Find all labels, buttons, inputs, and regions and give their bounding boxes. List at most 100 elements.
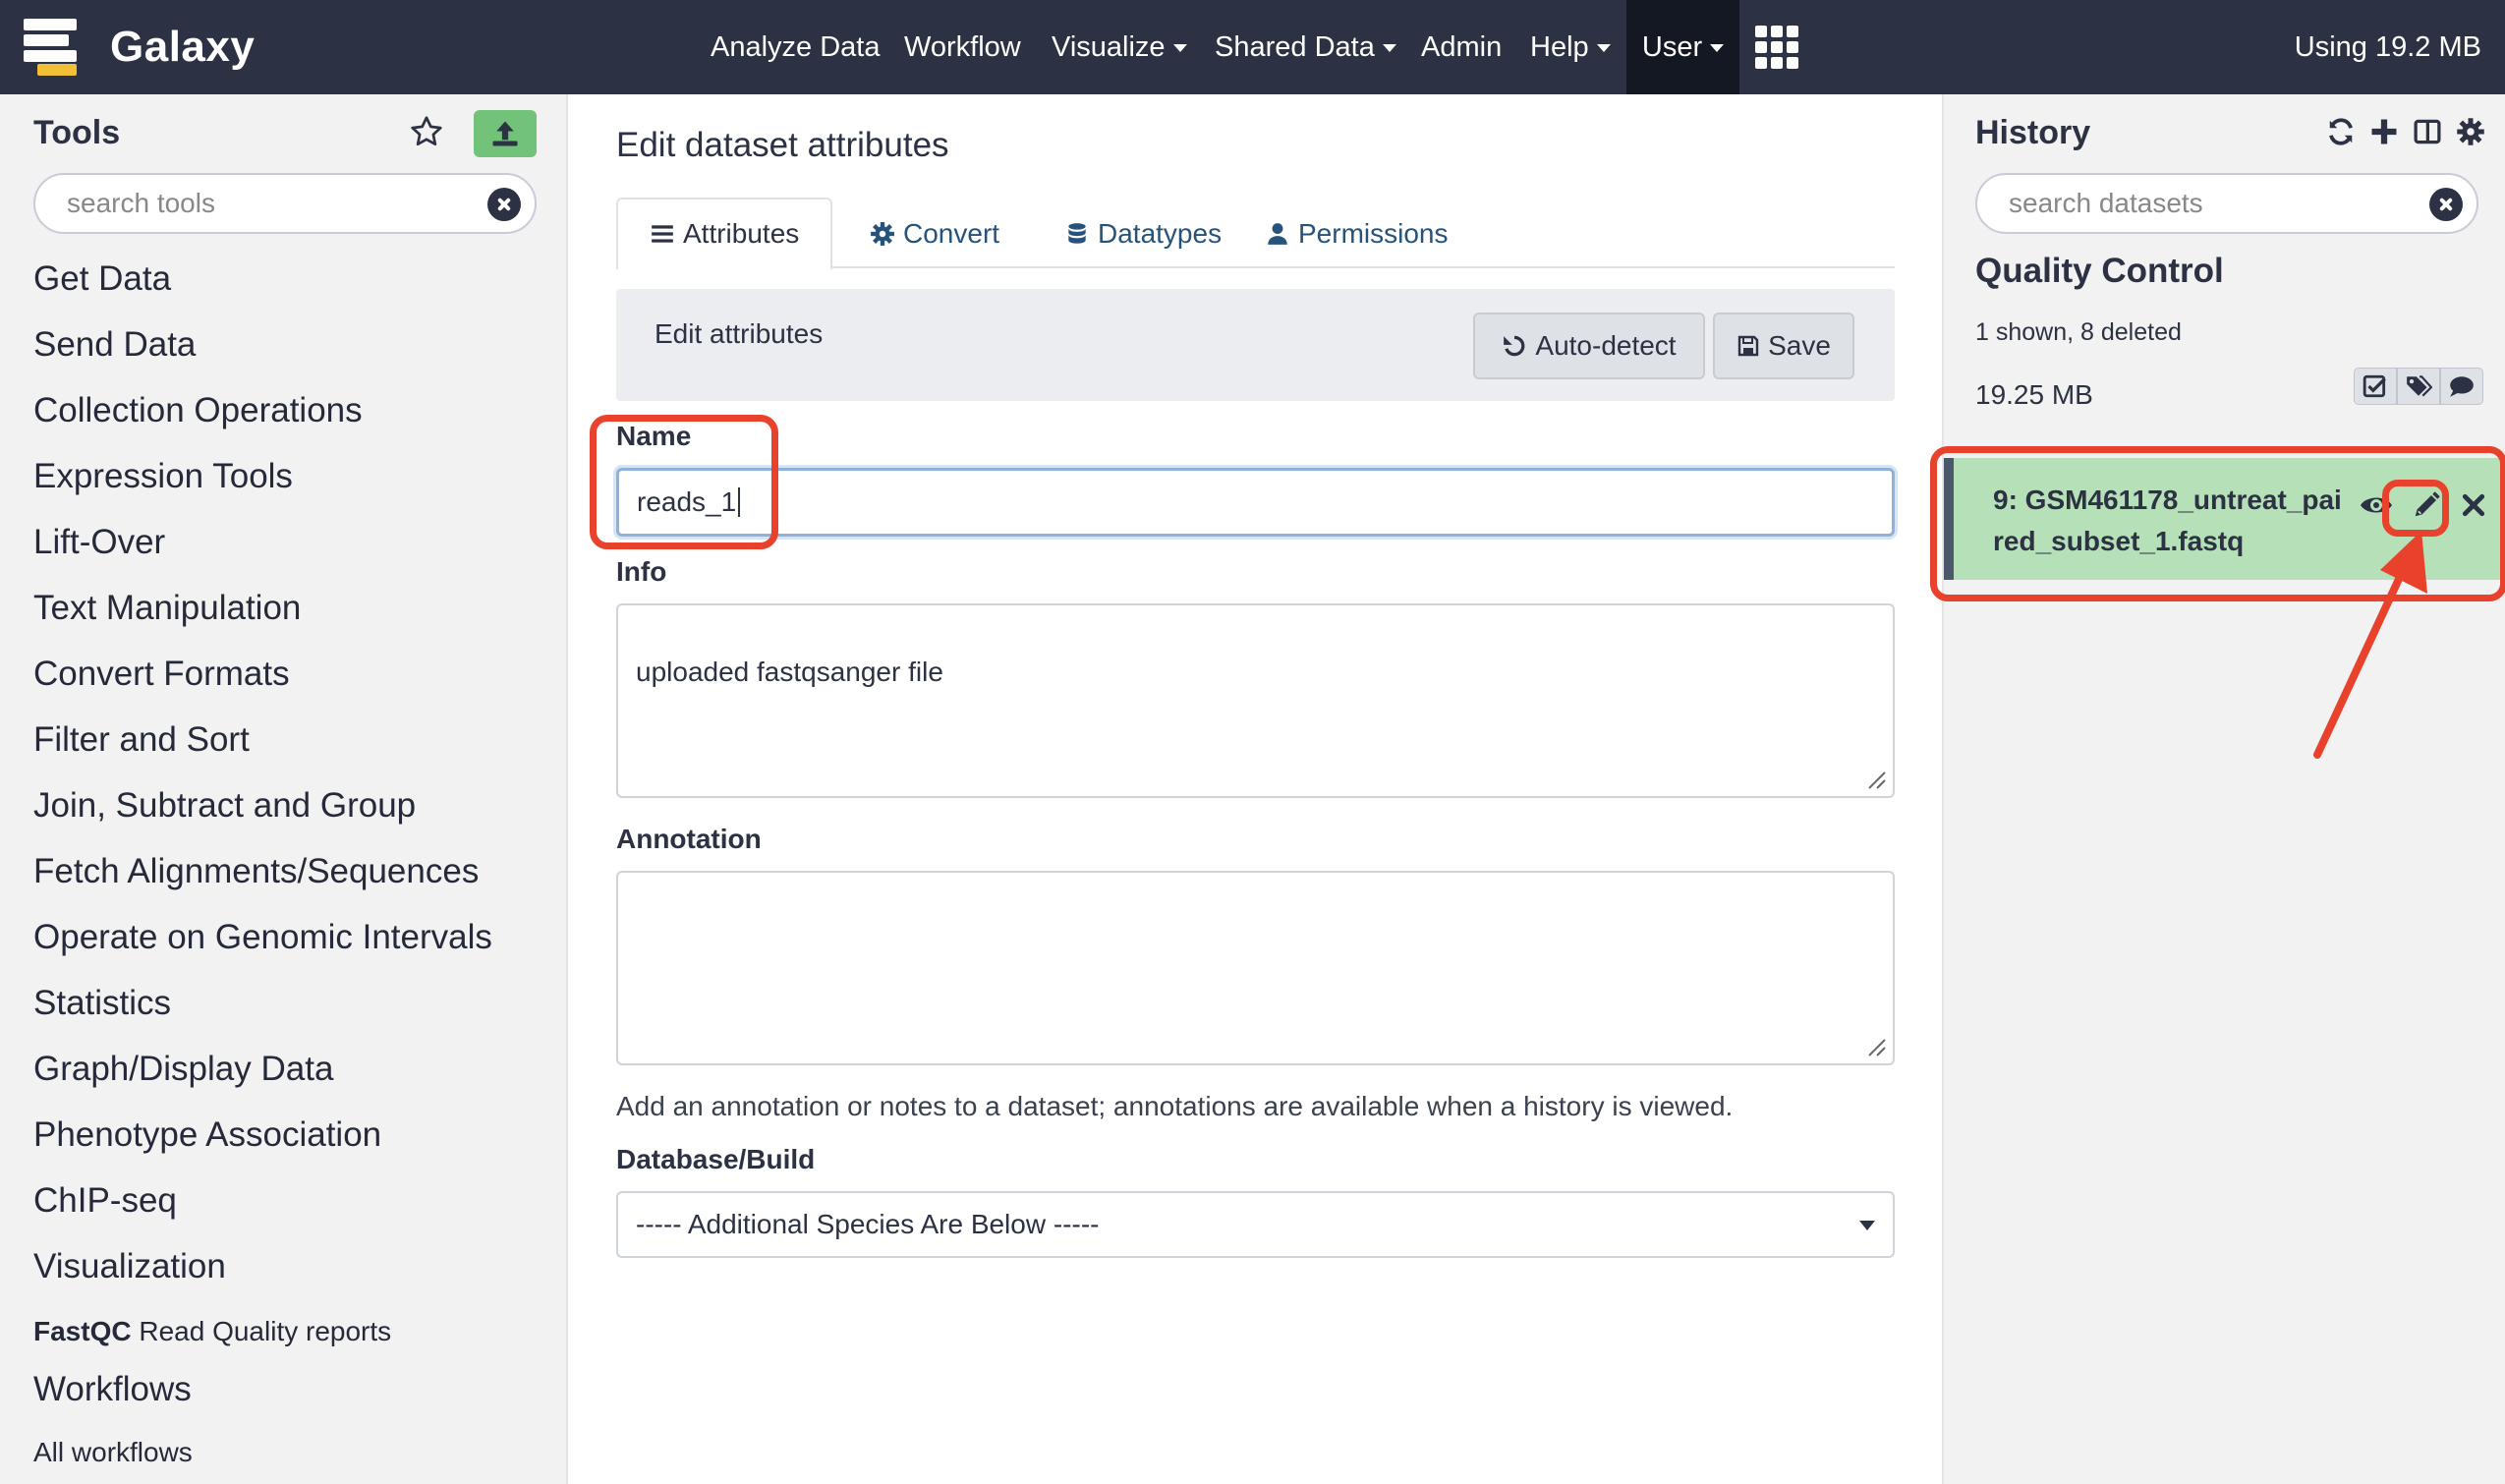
clear-search-icon[interactable] [2429,188,2463,221]
nav-scratchbook[interactable] [1755,0,1798,94]
history-counts: 1 shown, 8 deleted [1975,318,2182,346]
history-search-input[interactable]: search datasets [1975,173,2478,234]
brand[interactable]: Galaxy [24,14,255,81]
nav-shared-data[interactable]: Shared Data [1215,0,1396,94]
tool-section-chip-seq[interactable]: ChIP-seq [33,1181,177,1221]
card-title: Edit attributes [655,318,824,349]
auto-detect-button[interactable]: Auto-detect [1473,313,1705,379]
eye-icon[interactable] [2358,487,2395,523]
history-panel-title: History [1975,114,2091,151]
tab-datatypes[interactable]: Datatypes [1064,198,1222,270]
attribute-tabs: Attributes Convert Datatypes Permissions [616,198,1895,270]
tool-section-statistics[interactable]: Statistics [33,984,171,1023]
tool-section-genomic-intervals[interactable]: Operate on Genomic Intervals [33,918,492,957]
nav-workflow[interactable]: Workflow [904,0,1021,94]
gear-icon [871,222,894,246]
edit-attributes-header: Edit attributes Auto-detect Save [616,289,1895,401]
delete-icon[interactable] [2455,487,2492,523]
annotation-textarea[interactable] [616,871,1895,1065]
tool-panel-title: Tools [33,114,121,151]
tool-section-graph-display[interactable]: Graph/Display Data [33,1050,333,1089]
nav-analyze-data[interactable]: Analyze Data [711,0,881,94]
upload-icon [492,121,518,146]
all-workflows-link[interactable]: All workflows [33,1437,193,1468]
nav-label: Workflow [904,30,1021,63]
tool-description: Read Quality reports [131,1316,392,1346]
nav-help[interactable]: Help [1530,0,1611,94]
text-cursor [738,487,741,517]
check-square-icon[interactable] [2354,368,2397,405]
tool-section-text-manipulation[interactable]: Text Manipulation [33,589,301,628]
nav-admin[interactable]: Admin [1421,0,1502,94]
tab-label: Datatypes [1098,218,1223,249]
nav-visualize[interactable]: Visualize [1052,0,1187,94]
plus-icon[interactable] [2369,116,2399,147]
quota-meter[interactable]: Using 19.2 MB [2295,0,2481,94]
tool-section-filter-and-sort[interactable]: Filter and Sort [33,720,250,760]
clear-search-icon[interactable] [487,188,521,221]
dbkey-select[interactable]: ----- Additional Species Are Below ----- [616,1191,1895,1258]
workflows-section-title: Workflows [33,1370,192,1408]
caret-down-icon [1172,44,1187,52]
tool-section-expression-tools[interactable]: Expression Tools [33,457,293,496]
annotation-help-text: Add an annotation or notes to a dataset;… [616,1091,1734,1121]
tool-section-get-data[interactable]: Get Data [33,259,171,299]
tool-section-convert-formats[interactable]: Convert Formats [33,655,290,694]
tab-convert[interactable]: Convert [870,198,999,270]
name-value: reads_1 [637,486,737,517]
red-arrow-icon [2313,531,2427,759]
name-input[interactable]: reads_1 [616,468,1895,537]
history-panel: History search datasets Quality Control … [1930,94,2505,1484]
gear-icon[interactable] [2456,116,2485,147]
caret-down-icon [1382,44,1396,52]
tool-panel: Tools search tools Get Data Send Data Co… [0,94,568,1484]
center-panel: Edit dataset attributes Attributes Conve… [568,94,1942,1484]
grid-icon [1755,26,1798,69]
tab-permissions[interactable]: Permissions [1265,198,1448,270]
page-title: Edit dataset attributes [616,126,949,164]
undo-icon [1504,335,1525,357]
bars-icon [652,225,673,243]
info-label: Info [616,556,667,587]
tab-label: Permissions [1298,218,1449,249]
history-name[interactable]: Quality Control [1975,252,2224,291]
galaxy-logo-icon [24,19,83,76]
history-size: 19.25 MB [1975,379,2093,410]
tool-section-fetch-alignments[interactable]: Fetch Alignments/Sequences [33,852,479,891]
info-textarea[interactable]: uploaded fastqsanger file [616,603,1895,798]
caret-down-icon [1596,44,1611,52]
tool-section-join-subtract-group[interactable]: Join, Subtract and Group [33,786,416,826]
upload-button[interactable] [474,110,537,157]
history-actions [2354,368,2483,405]
masthead: Galaxy Analyze Data Workflow Visualize S… [0,0,2505,94]
resize-grip-icon[interactable] [1861,765,1887,790]
pencil-icon[interactable] [2408,487,2445,523]
tab-attributes[interactable]: Attributes [616,198,833,270]
button-label: Auto-detect [1535,330,1677,361]
tool-search-placeholder: search tools [67,188,215,218]
tags-icon[interactable] [2397,368,2440,405]
columns-icon[interactable] [2413,116,2442,147]
tool-section-lift-over[interactable]: Lift-Over [33,523,165,562]
tool-section-send-data[interactable]: Send Data [33,325,196,365]
annotation-label: Annotation [616,824,762,854]
dbkey-selected-value: ----- Additional Species Are Below ----- [636,1209,1100,1239]
star-icon[interactable] [409,114,444,149]
tool-fastqc[interactable]: FastQC Read Quality reports [33,1316,391,1347]
refresh-icon[interactable] [2326,116,2356,147]
dataset-title[interactable]: 9: GSM461178_untreat_paired_subset_1.fas… [1993,480,2347,562]
tool-section-phenotype[interactable]: Phenotype Association [33,1115,381,1155]
nav-user[interactable]: User [1626,0,1739,94]
tool-section-collection-operations[interactable]: Collection Operations [33,391,363,430]
user-icon [1268,223,1287,245]
dbkey-label: Database/Build [616,1144,816,1174]
tool-section-visualization[interactable]: Visualization [33,1247,226,1286]
save-button[interactable]: Save [1713,313,1854,379]
nav-label: Admin [1421,30,1503,63]
tool-search-input[interactable]: search tools [33,173,537,234]
resize-grip-icon[interactable] [1861,1032,1887,1057]
nav-label: Visualize [1052,30,1166,63]
save-icon [1737,335,1759,357]
nav-label: Analyze Data [711,30,881,63]
comment-icon[interactable] [2440,368,2483,405]
